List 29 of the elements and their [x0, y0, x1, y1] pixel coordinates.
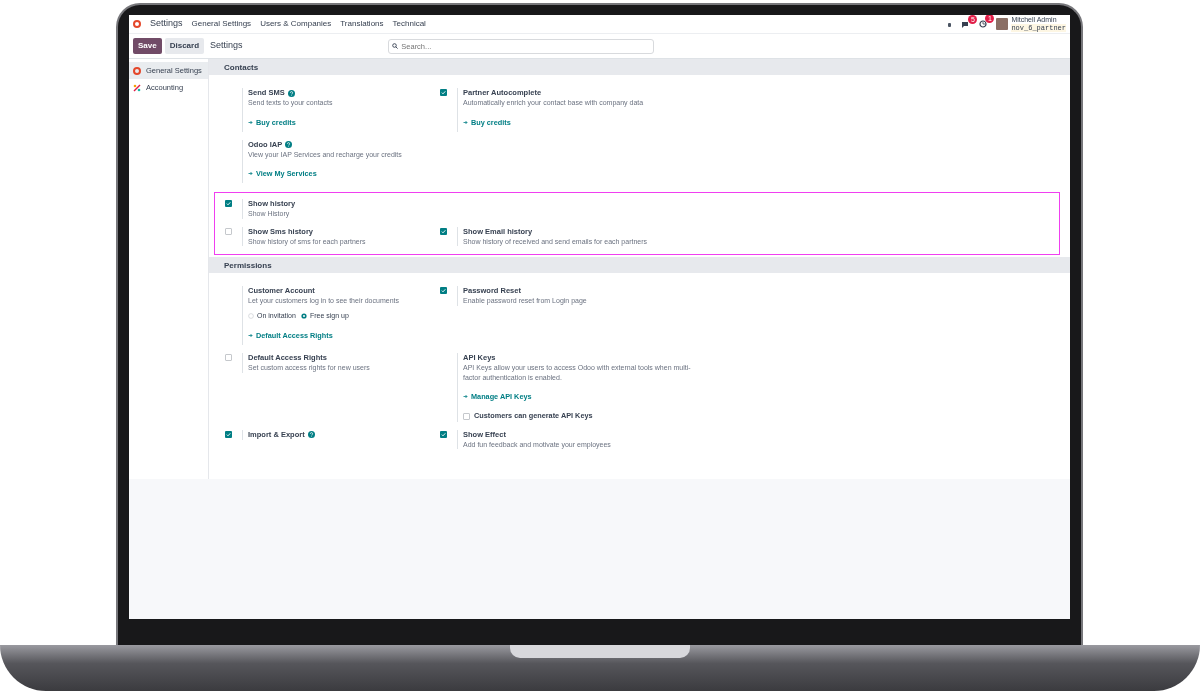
radio-button[interactable] [300, 312, 307, 319]
chat-icon[interactable] [961, 20, 971, 28]
save-button[interactable]: Save [133, 38, 162, 54]
discard-button[interactable]: Discard [164, 38, 205, 54]
checkbox[interactable] [225, 354, 232, 361]
radio-button[interactable] [248, 312, 254, 319]
checkbox[interactable] [440, 227, 447, 235]
menu-item[interactable]: Translations [340, 18, 384, 30]
arrow-right-icon [463, 119, 468, 125]
checkbox[interactable] [440, 430, 447, 438]
menu-item[interactable]: Users & Companies [260, 18, 332, 30]
search-icon [392, 43, 399, 49]
checkbox[interactable] [463, 412, 470, 420]
menu-item[interactable]: Technical [392, 18, 426, 30]
app-logo-icon [133, 20, 141, 28]
arrow-right-icon [248, 171, 253, 176]
arrow-right-icon [463, 394, 468, 399]
checkbox[interactable] [225, 430, 232, 438]
breadcrumb: Settings [210, 39, 243, 53]
avatar-placeholder[interactable] [996, 18, 1009, 30]
arrow-right-icon [248, 333, 253, 338]
checkbox[interactable] [225, 227, 232, 235]
arrow-right-icon [248, 119, 253, 125]
clock-icon[interactable] [979, 20, 988, 28]
section-header: Permissions [209, 257, 1070, 273]
percent-icon [133, 83, 141, 92]
menu-item[interactable]: General Settings [191, 18, 252, 30]
section-header: Contacts [209, 59, 1070, 75]
app-name[interactable]: Settings [150, 17, 183, 31]
